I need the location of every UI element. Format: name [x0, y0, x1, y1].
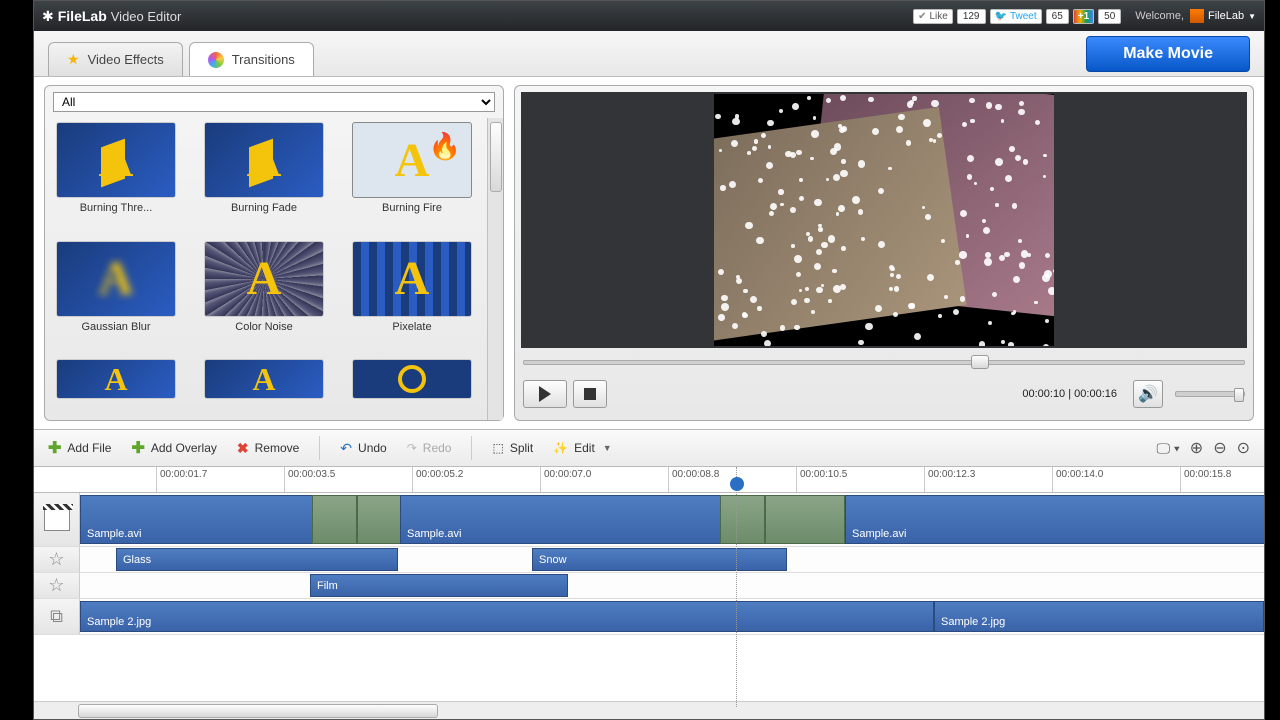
play-icon [539, 386, 551, 402]
like-button[interactable]: ✔Like [913, 9, 953, 24]
edit-button[interactable]: ✨Edit▼ [553, 441, 612, 455]
redo-button[interactable]: ↷Redo [407, 441, 452, 455]
timecode: 00:00:10 | 00:00:16 [1022, 388, 1117, 400]
tab-row: ★ Video Effects Transitions Make Movie [34, 31, 1264, 77]
undo-icon: ↶ [340, 440, 352, 457]
preview-panel: 00:00:10 | 00:00:16 🔊 [514, 85, 1254, 421]
timeline-toolbar: ✚Add File ✚Add Overlay ✖Remove ↶Undo ↷Re… [34, 429, 1264, 467]
undo-button[interactable]: ↶Undo [340, 440, 386, 457]
user-menu[interactable]: FileLab ▼ [1190, 9, 1256, 23]
tweet-button[interactable]: 🐦Tweet [990, 9, 1042, 24]
thumb-partial-c[interactable] [347, 359, 477, 420]
social-buttons: ✔Like 129 🐦Tweet 65 +1 50 [913, 9, 1121, 24]
timeline-clip[interactable]: Sample.avi [845, 495, 1264, 544]
preview-viewport [521, 92, 1247, 348]
clapboard-icon [34, 493, 80, 546]
timeline-clip[interactable]: Glass [116, 548, 398, 571]
speaker-icon: 🔊 [1138, 384, 1158, 404]
plus-icon: ✚ [48, 438, 61, 458]
split-button[interactable]: ⬚Split [492, 441, 533, 455]
tweet-count: 65 [1046, 9, 1069, 24]
timeline-tracks: Sample.aviSample.aviSample.avi ☆ GlassSn… [34, 493, 1264, 701]
fx-track-2: ☆ Film [34, 573, 1264, 599]
zoom-in-icon[interactable]: ⊕ [1190, 438, 1203, 458]
pinwheel-icon [208, 52, 224, 68]
timeline-clip[interactable] [312, 495, 357, 544]
filter-select[interactable]: All [53, 92, 495, 112]
preview-image [714, 94, 1054, 346]
volume-button[interactable]: 🔊 [1133, 380, 1163, 408]
fx-track-1: ☆ Glass Snow [34, 547, 1264, 573]
plusone-count: 50 [1098, 9, 1121, 24]
monitor-icon[interactable]: 🖵 ▾ [1157, 440, 1180, 457]
welcome-label: Welcome, [1135, 10, 1184, 22]
timeline-clip[interactable] [720, 495, 765, 544]
add-overlay-button[interactable]: ✚Add Overlay [131, 438, 216, 458]
star-icon: ☆ [34, 547, 80, 572]
overlay-icon: ⧉ [34, 599, 80, 634]
overlay-track: ⧉ Sample 2.jpgSample 2.jpg [34, 599, 1264, 635]
video-track: Sample.aviSample.aviSample.avi [34, 493, 1264, 547]
thumb-partial-a[interactable]: A [51, 359, 181, 420]
wand-icon: ✨ [553, 441, 568, 455]
split-icon: ⬚ [492, 441, 503, 455]
redo-icon: ↷ [407, 441, 417, 455]
thumb-gaussian-blur[interactable]: AGaussian Blur [51, 241, 181, 350]
stop-button[interactable] [573, 380, 607, 408]
tab-transitions[interactable]: Transitions [189, 42, 314, 76]
like-count: 129 [957, 9, 986, 24]
remove-button[interactable]: ✖Remove [237, 440, 299, 457]
zoom-fit-icon[interactable]: ⊙ [1237, 438, 1250, 458]
make-movie-button[interactable]: Make Movie [1086, 36, 1250, 72]
timeline-scrollbar[interactable] [34, 701, 1264, 719]
topbar: ✱ FileLab Video Editor ✔Like 129 🐦Tweet … [34, 1, 1264, 31]
timeline-clip[interactable]: Snow [532, 548, 787, 571]
add-file-button[interactable]: ✚Add File [48, 438, 111, 458]
thumb-scrollbar[interactable] [487, 118, 503, 420]
timeline-clip[interactable]: Sample.avi [400, 495, 762, 544]
thumb-burning-fire[interactable]: A🔥Burning Fire [347, 122, 477, 231]
timeline-clip[interactable]: Sample 2.jpg [934, 601, 1264, 632]
user-icon [1190, 9, 1204, 23]
zoom-out-icon[interactable]: ⊖ [1213, 438, 1226, 458]
timeline-ruler[interactable]: 00:00:01.700:00:03.500:00:05.200:00:07.0… [34, 467, 1264, 493]
chevron-down-icon: ▼ [603, 443, 612, 453]
thumb-color-noise[interactable]: AColor Noise [199, 241, 329, 350]
star-icon: ☆ [34, 573, 80, 598]
play-button[interactable] [523, 380, 567, 408]
timeline-clip[interactable]: Film [310, 574, 568, 597]
tab-video-effects[interactable]: ★ Video Effects [48, 42, 183, 76]
timeline-clip[interactable]: Sample 2.jpg [80, 601, 934, 632]
thumb-burning-fade[interactable]: ABurning Fade [199, 122, 329, 231]
thumb-pixelate[interactable]: APixelate [347, 241, 477, 350]
thumb-partial-b[interactable]: A [199, 359, 329, 420]
effects-panel: All ABurning Thre... ABurning Fade A🔥Bur… [44, 85, 504, 421]
thumbnail-grid: ABurning Thre... ABurning Fade A🔥Burning… [45, 118, 503, 420]
stop-icon [584, 388, 596, 400]
star-icon: ★ [67, 51, 80, 68]
remove-icon: ✖ [237, 440, 249, 457]
plus-icon: ✚ [131, 438, 144, 458]
timeline-clip[interactable] [765, 495, 845, 544]
seek-bar[interactable] [523, 352, 1245, 372]
thumb-burning-thre[interactable]: ABurning Thre... [51, 122, 181, 231]
timeline-clip[interactable] [357, 495, 403, 544]
volume-slider[interactable] [1175, 391, 1245, 397]
plusone-button[interactable]: +1 [1073, 9, 1094, 24]
playhead[interactable] [736, 467, 737, 707]
app-logo: ✱ FileLab Video Editor [42, 8, 181, 25]
